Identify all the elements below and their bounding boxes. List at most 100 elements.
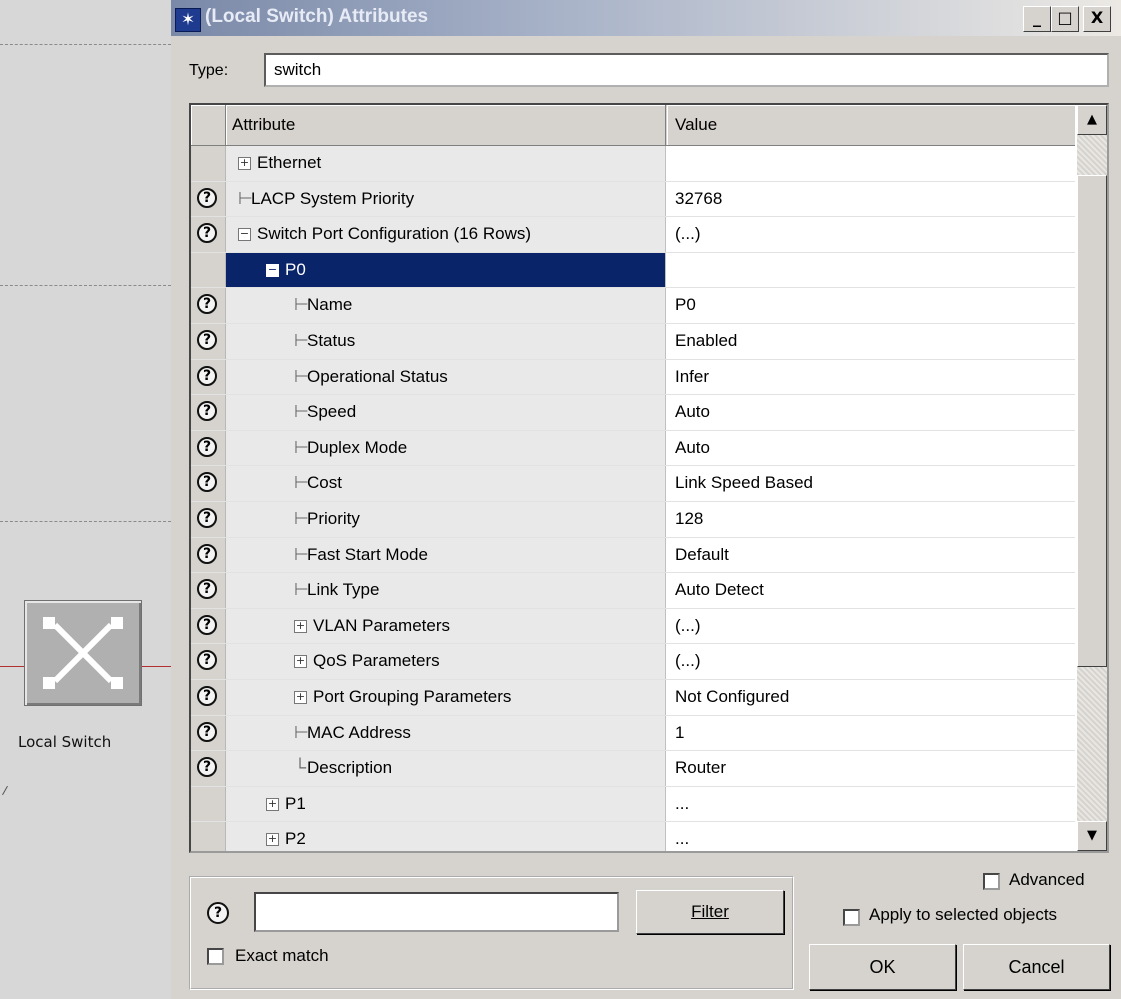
attribute-cell[interactable]: ⊢Status [226, 323, 666, 359]
vertical-scrollbar[interactable]: ▲ ▼ [1077, 105, 1107, 851]
attribute-cell[interactable]: ⊢Duplex Mode [226, 430, 666, 466]
table-row[interactable]: ? ⊢Link Type Auto Detect [191, 573, 1075, 609]
maximize-button[interactable]: □ [1051, 6, 1079, 32]
table-row[interactable]: ? + VLAN Parameters (...) [191, 608, 1075, 645]
scroll-down-icon[interactable]: ▼ [1077, 821, 1107, 851]
exact-match-checkbox[interactable] [207, 948, 224, 965]
table-row[interactable]: ? ⊢Cost Link Speed Based [191, 466, 1075, 502]
help-icon[interactable]: ? [197, 223, 217, 244]
table-row[interactable]: ? − Switch Port Configuration (16 Rows) (..… [191, 217, 1075, 253]
value-cell[interactable]: Auto Detect [667, 573, 1075, 608]
value-cell[interactable]: 1 [667, 715, 1075, 751]
column-header-value[interactable]: Value [667, 105, 1075, 145]
help-icon[interactable]: ? [197, 436, 217, 457]
attribute-cell[interactable]: + Ethernet [226, 146, 666, 181]
attribute-cell[interactable]: ⊢Fast Start Mode [226, 537, 666, 573]
scroll-up-icon[interactable]: ▲ [1077, 105, 1107, 135]
help-icon[interactable]: ? [197, 543, 217, 564]
table-row[interactable]: ? ⊢Fast Start Mode Default [191, 537, 1075, 574]
switch-node-icon[interactable] [24, 600, 142, 706]
value-cell[interactable]: ... [667, 822, 1075, 851]
value-cell[interactable]: (...) [667, 644, 1075, 679]
value-cell[interactable]: Auto [667, 395, 1075, 430]
value-cell[interactable]: Enabled [667, 323, 1075, 359]
collapse-icon[interactable]: − [238, 228, 251, 242]
value-cell[interactable]: Link Speed Based [667, 466, 1075, 501]
value-cell[interactable]: Auto [667, 430, 1075, 466]
table-row[interactable]: ? + QoS Parameters (...) [191, 644, 1075, 680]
workspace-canvas[interactable]: Local Switch [0, 0, 171, 999]
attribute-cell[interactable]: + QoS Parameters [226, 644, 666, 679]
attribute-cell[interactable]: + Port Grouping Parameters [226, 679, 666, 715]
attribute-cell[interactable]: ⊢Cost [226, 466, 666, 501]
type-field[interactable] [264, 53, 1109, 87]
close-button[interactable]: X [1083, 6, 1111, 32]
expand-icon[interactable]: + [294, 655, 307, 669]
table-row[interactable]: ? ⊢Name P0 [191, 288, 1075, 324]
title-bar[interactable]: ✶ (Local Switch) Attributes _ □ X [171, 0, 1121, 36]
column-header-attribute[interactable]: Attribute [226, 105, 666, 145]
help-icon[interactable]: ? [197, 614, 217, 635]
filter-input[interactable] [254, 892, 619, 932]
value-cell[interactable] [667, 252, 1075, 288]
attribute-cell[interactable]: − P0 [226, 252, 666, 288]
help-icon[interactable]: ? [197, 757, 217, 778]
help-icon[interactable]: ? [197, 579, 217, 600]
expand-icon[interactable]: + [266, 797, 279, 811]
value-cell[interactable] [667, 146, 1075, 181]
filter-button[interactable]: Filter [636, 890, 784, 934]
attribute-cell[interactable]: ⊢Priority [226, 501, 666, 537]
expand-icon[interactable]: + [266, 833, 279, 847]
table-row[interactable]: + P2... [191, 822, 1075, 851]
scroll-thumb[interactable] [1077, 175, 1107, 667]
attribute-cell[interactable]: └Description [226, 751, 666, 786]
help-icon[interactable]: ? [197, 472, 217, 493]
table-row[interactable]: ? ⊢Status Enabled [191, 323, 1075, 360]
attribute-cell[interactable]: ⊢MAC Address [226, 715, 666, 751]
table-row[interactable]: ? ⊢LACP System Priority 32768 [191, 181, 1075, 218]
help-icon[interactable]: ? [207, 902, 229, 924]
table-row[interactable]: ? ⊢Priority 128 [191, 501, 1075, 538]
help-icon[interactable]: ? [197, 401, 217, 422]
collapse-icon[interactable]: − [266, 263, 279, 277]
attribute-cell[interactable]: ⊢Speed [226, 395, 666, 430]
table-row[interactable]: ? ⊢Operational Status Infer [191, 359, 1075, 396]
minimize-button[interactable]: _ [1023, 6, 1051, 32]
help-icon[interactable]: ? [197, 187, 217, 208]
ok-button[interactable]: OK [809, 944, 956, 990]
table-row[interactable]: ? + Port Grouping Parameters Not Configured [191, 679, 1075, 716]
value-cell[interactable]: Default [667, 537, 1075, 573]
attribute-cell[interactable]: + P1 [226, 786, 666, 822]
attribute-cell[interactable]: − Switch Port Configuration (16 Rows) [226, 217, 666, 252]
table-row[interactable]: ? └Description Router [191, 751, 1075, 787]
table-row[interactable]: + Ethernet [191, 146, 1075, 182]
value-cell[interactable]: P0 [667, 288, 1075, 323]
help-icon[interactable]: ? [197, 650, 217, 671]
help-icon[interactable]: ? [197, 365, 217, 386]
help-icon[interactable]: ? [197, 329, 217, 350]
expand-icon[interactable]: + [294, 690, 307, 704]
value-cell[interactable]: Infer [667, 359, 1075, 395]
table-row[interactable]: − P0 [191, 252, 1075, 289]
help-icon[interactable]: ? [197, 507, 217, 528]
value-cell[interactable]: (...) [667, 608, 1075, 644]
value-cell[interactable]: 128 [667, 501, 1075, 537]
table-row[interactable]: + P1... [191, 786, 1075, 823]
attribute-cell[interactable]: ⊢Name [226, 288, 666, 323]
expand-icon[interactable]: + [294, 619, 307, 633]
help-icon[interactable]: ? [197, 721, 217, 742]
attribute-cell[interactable]: ⊢Operational Status [226, 359, 666, 395]
table-row[interactable]: ? ⊢MAC Address 1 [191, 715, 1075, 752]
help-icon[interactable]: ? [197, 294, 217, 315]
value-cell[interactable]: ... [667, 786, 1075, 822]
advanced-checkbox[interactable] [983, 873, 1000, 890]
help-icon[interactable]: ? [197, 685, 217, 706]
apply-selected-checkbox[interactable] [843, 909, 860, 926]
table-row[interactable]: ? ⊢Duplex Mode Auto [191, 430, 1075, 467]
cancel-button[interactable]: Cancel [963, 944, 1110, 990]
table-row[interactable]: ? ⊢Speed Auto [191, 395, 1075, 431]
attribute-cell[interactable]: ⊢Link Type [226, 573, 666, 608]
value-cell[interactable]: Router [667, 751, 1075, 786]
expand-icon[interactable]: + [238, 157, 251, 171]
value-cell[interactable]: 32768 [667, 181, 1075, 217]
